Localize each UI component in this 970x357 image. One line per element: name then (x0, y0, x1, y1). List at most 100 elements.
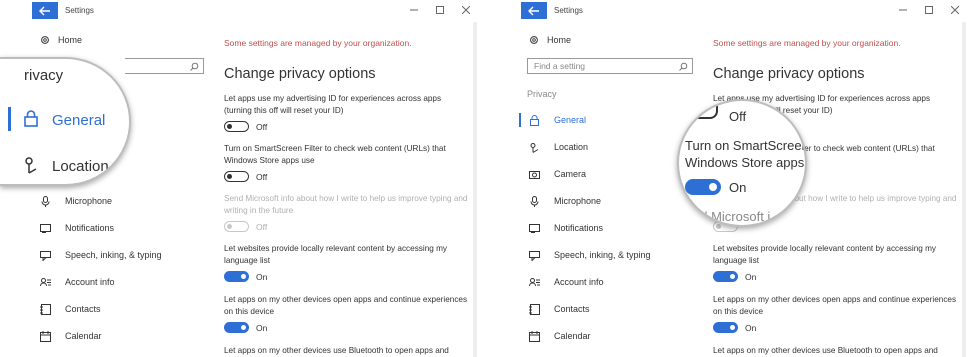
close-button[interactable] (946, 3, 964, 17)
sidebar-item-label: Calendar (65, 331, 102, 341)
zoom-off-toggle (685, 106, 718, 119)
account-info-icon (39, 276, 51, 288)
location-icon (528, 141, 540, 153)
sidebar-item-notifications[interactable]: Notifications (30, 220, 114, 236)
sidebar-item-label: Contacts (65, 304, 101, 314)
toggle-switch[interactable] (224, 271, 249, 282)
settings-window-right: Settings Home Find a setting Privacy Gen… (489, 0, 970, 357)
smartscreen-toggle[interactable]: Off (224, 171, 267, 182)
notifications-icon (528, 222, 540, 234)
language-list-toggle[interactable]: On (224, 271, 267, 282)
minimize-button[interactable] (405, 3, 423, 17)
setting-language-list-text: Let websites provide locally relevant co… (224, 244, 447, 265)
maximize-button[interactable] (431, 3, 449, 17)
sidebar-item-label: Microphone (554, 196, 602, 206)
zoom-microsoft-fragment: nd Microsoft i (693, 209, 771, 224)
calendar-icon (39, 330, 51, 342)
toggle-state: On (256, 271, 268, 282)
active-indicator (8, 107, 11, 131)
back-arrow-icon (528, 6, 539, 15)
page-heading: Change privacy options (224, 66, 376, 82)
setting-other-devices-text: Let apps on my other devices open apps a… (713, 295, 957, 316)
contacts-icon (528, 303, 540, 315)
minimize-icon (899, 9, 907, 11)
sidebar-item-speech[interactable]: Speech, inking, & typing (30, 247, 162, 263)
sidebar-item-label: Notifications (554, 223, 604, 233)
zoom-smartscreen-line1: Turn on SmartScreen (685, 138, 807, 153)
language-list-toggle[interactable]: On (713, 271, 756, 282)
sidebar-item-calendar[interactable]: Calendar (519, 328, 591, 344)
sidebar-item-label: Notifications (65, 223, 115, 233)
toggle-state: On (745, 271, 757, 282)
sidebar-item-label: Calendar (554, 331, 591, 341)
zoom-magnifier: rivacy General Location (0, 57, 131, 186)
scrollbar[interactable] (962, 22, 966, 357)
sidebar-item-camera[interactable]: Camera (519, 166, 586, 182)
back-button[interactable] (521, 2, 547, 19)
setting-advertising-id-text: Let apps use my advertising ID for exper… (224, 94, 442, 115)
close-button[interactable] (457, 3, 475, 17)
sidebar-item-contacts[interactable]: Contacts (30, 301, 101, 317)
zoom-heading-fragment: rivacy (24, 67, 64, 84)
search-icon (190, 62, 199, 71)
sidebar-item-account-info[interactable]: Account info (519, 274, 604, 290)
search-input[interactable]: Find a setting (527, 58, 693, 74)
toggle-state: Off (256, 121, 268, 132)
back-arrow-icon (39, 6, 50, 15)
sidebar-item-contacts[interactable]: Contacts (519, 301, 590, 317)
sidebar-item-calendar[interactable]: Calendar (30, 328, 102, 344)
title-bar: Settings (0, 0, 481, 22)
sidebar-item-account-info[interactable]: Account info (30, 274, 115, 290)
setting-smartscreen-text: Turn on SmartScreen Filter to check web … (224, 144, 446, 165)
toggle-switch[interactable] (224, 121, 249, 132)
sidebar-item-label: Contacts (554, 304, 590, 314)
settings-window-left: Settings Home Microphone Notifications S… (0, 0, 481, 357)
toggle-switch[interactable] (224, 171, 249, 182)
zoom-smartscreen-line2: Windows Store apps (685, 155, 805, 170)
other-devices-toggle[interactable]: On (224, 322, 267, 333)
sidebar-item-label: Microphone (65, 196, 113, 206)
zoom-general-label: General (52, 112, 106, 129)
toggle-switch[interactable] (713, 271, 738, 282)
sidebar-item-microphone[interactable]: Microphone (30, 193, 112, 209)
maximize-icon (436, 6, 444, 14)
sidebar-item-notifications[interactable]: Notifications (519, 220, 603, 236)
microphone-icon (528, 195, 540, 207)
toggle-switch[interactable] (713, 322, 738, 333)
scrollbar[interactable] (473, 22, 477, 357)
toggle-switch[interactable] (224, 322, 249, 333)
sidebar-item-label: Speech, inking, & typing (65, 250, 162, 260)
zoom-location-label: Location (52, 158, 109, 175)
lock-icon (528, 114, 540, 126)
maximize-button[interactable] (920, 3, 938, 17)
sidebar-item-speech[interactable]: Speech, inking, & typing (519, 247, 651, 263)
speech-icon (39, 249, 51, 261)
setting-typing-info-text: Send Microsoft info about how I write to… (224, 194, 468, 215)
sidebar-item-general[interactable]: General (519, 112, 586, 128)
other-devices-toggle[interactable]: On (713, 322, 756, 333)
setting-other-devices-text: Let apps on my other devices open apps a… (224, 295, 468, 316)
contacts-icon (39, 303, 51, 315)
home-link[interactable]: Home (529, 33, 571, 47)
sidebar-item-location[interactable]: Location (519, 139, 588, 155)
zoom-smartscreen-toggle (685, 179, 721, 195)
toggle-state: Off (256, 171, 268, 182)
minimize-button[interactable] (894, 3, 912, 17)
toggle-state: On (745, 322, 757, 333)
search-input[interactable] (125, 58, 204, 74)
microphone-icon (39, 195, 51, 207)
setting-language-list-text: Let websites provide locally relevant co… (713, 244, 936, 265)
home-label: Home (58, 35, 83, 45)
panel-separator (481, 0, 489, 357)
active-indicator (519, 113, 521, 127)
advertising-id-toggle[interactable]: Off (224, 121, 267, 132)
back-button[interactable] (32, 2, 58, 19)
close-icon (951, 6, 959, 14)
home-link[interactable]: Home (40, 33, 82, 47)
zoom-magnifier: Off Turn on SmartScreen Windows Store ap… (677, 99, 807, 227)
home-label: Home (547, 35, 572, 45)
gear-icon (41, 36, 49, 44)
title-bar: Settings (489, 0, 970, 22)
sidebar-item-microphone[interactable]: Microphone (519, 193, 601, 209)
typing-info-toggle: Off (224, 221, 267, 232)
